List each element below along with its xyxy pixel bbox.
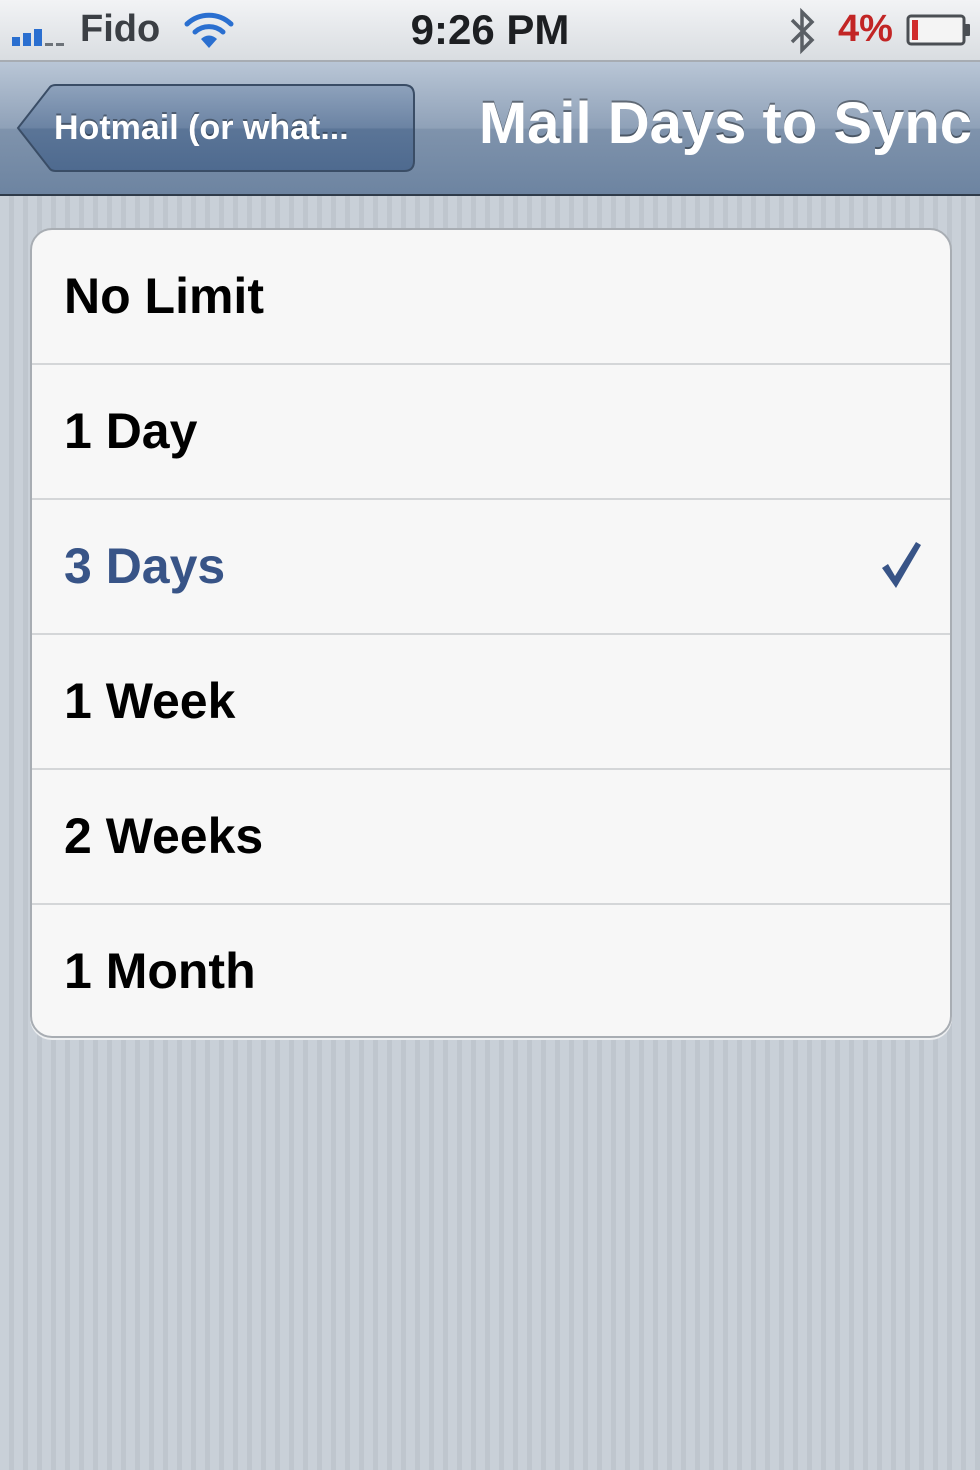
option-1-day[interactable]: 1 Day	[32, 365, 950, 500]
option-2-weeks[interactable]: 2 Weeks	[32, 770, 950, 905]
option-label: 1 Week	[64, 673, 236, 729]
option-label: No Limit	[64, 268, 264, 324]
navigation-bar: Hotmail (or what... Mail Days to Sync	[0, 62, 980, 196]
page-title: Mail Days to Sync	[478, 91, 972, 156]
option-label: 1 Day	[64, 403, 198, 459]
option-label: 3 Days	[64, 538, 226, 594]
sync-options-list: No Limit 1 Day 3 Days 1 Week 2 Weeks 1 M…	[30, 228, 952, 1038]
back-button[interactable]: Hotmail (or what...	[16, 84, 416, 172]
option-no-limit[interactable]: No Limit	[32, 230, 950, 365]
battery-icon	[906, 14, 970, 46]
bluetooth-icon	[790, 7, 815, 55]
option-1-week[interactable]: 1 Week	[32, 635, 950, 770]
option-label: 1 Month	[64, 943, 256, 999]
status-time: 9:26 PM	[410, 6, 570, 53]
option-label: 2 Weeks	[64, 808, 264, 864]
status-bar: Fido 9:26 PM 4%	[0, 0, 980, 62]
option-1-month[interactable]: 1 Month	[32, 905, 950, 1036]
back-button-label: Hotmail (or what...	[54, 109, 349, 147]
battery-percent: 4%	[838, 8, 893, 50]
checkmark-icon	[882, 542, 921, 588]
option-3-days[interactable]: 3 Days	[32, 500, 950, 635]
